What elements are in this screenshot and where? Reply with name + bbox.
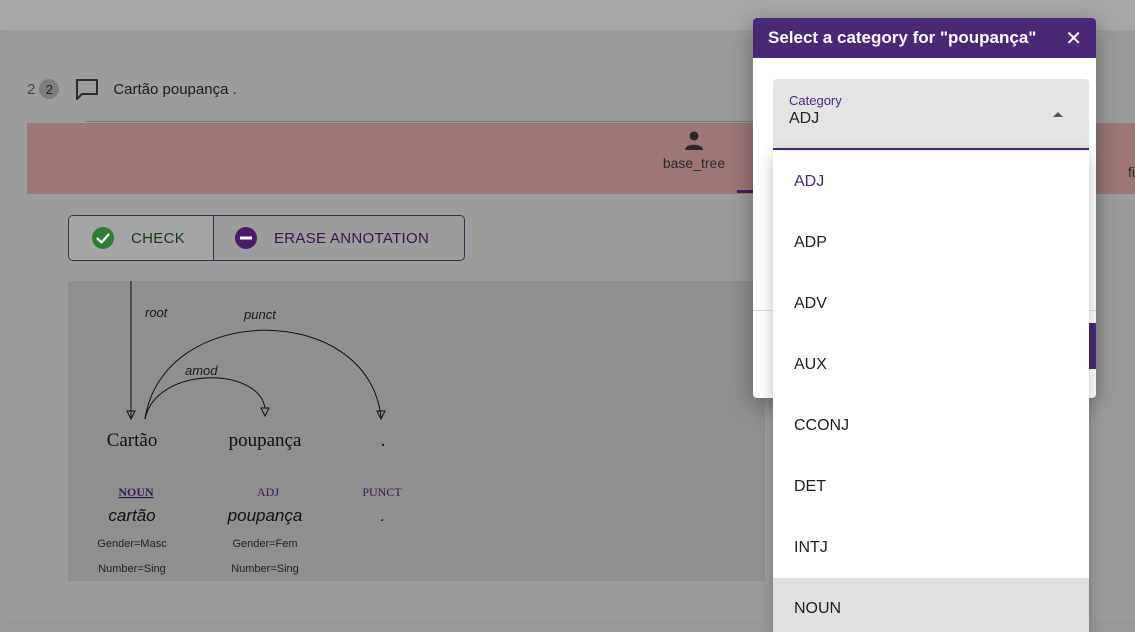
- token-form[interactable]: poupança: [229, 430, 302, 451]
- token-form[interactable]: .: [381, 430, 386, 451]
- sentence-index: 2: [27, 80, 36, 98]
- token-feature[interactable]: Gender=Fem: [232, 538, 297, 550]
- option-adj[interactable]: ADJ: [773, 151, 1089, 212]
- amod-arrowhead: [260, 407, 270, 418]
- amod-arc[interactable]: [144, 377, 266, 420]
- check-button-label: CHECK: [131, 229, 186, 247]
- sentence-badge[interactable]: 2: [39, 79, 60, 99]
- divider: [85, 121, 785, 122]
- dependency-tree: root punct amod Cartão poupança . NOUN A…: [97, 281, 402, 575]
- option-noun[interactable]: NOUN: [773, 578, 1089, 632]
- option-adp[interactable]: ADP: [773, 212, 1089, 273]
- erase-annotation-button[interactable]: ERASE ANNOTATION: [214, 216, 464, 260]
- amod-label[interactable]: amod: [185, 363, 218, 378]
- option-det[interactable]: DET: [773, 456, 1089, 517]
- action-button-group: CHECK ERASE ANNOTATION: [68, 215, 465, 261]
- token-upos[interactable]: ADJ: [257, 485, 279, 499]
- tab-base-tree-label: base_tree: [662, 155, 726, 171]
- token-lemma[interactable]: .: [381, 506, 386, 525]
- root-label[interactable]: root: [145, 305, 169, 320]
- dependency-tree-panel: root punct amod Cartão poupança . NOUN A…: [68, 281, 765, 581]
- tab-base-tree[interactable]: base_tree: [639, 131, 749, 171]
- token-upos[interactable]: NOUN: [118, 485, 154, 499]
- option-intj[interactable]: INTJ: [773, 517, 1089, 578]
- sentence-text: Cartão poupança .: [113, 80, 237, 98]
- token-lemma[interactable]: poupança: [227, 506, 303, 525]
- option-cconj[interactable]: CCONJ: [773, 395, 1089, 456]
- check-circle-icon: [91, 226, 115, 250]
- token-lemma[interactable]: cartão: [108, 506, 155, 525]
- category-select-value: ADJ: [789, 110, 820, 127]
- arrow-up-icon: [1053, 112, 1063, 117]
- category-select[interactable]: Category ADJ: [773, 79, 1089, 150]
- token-feature[interactable]: Gender=Masc: [97, 538, 167, 550]
- person-icon: [685, 131, 703, 150]
- category-select-label: Category: [789, 93, 842, 108]
- option-adv[interactable]: ADV: [773, 273, 1089, 334]
- dialog-header: Select a category for "poupança" ✕: [753, 18, 1096, 58]
- token-upos[interactable]: PUNCT: [362, 485, 402, 499]
- token-form[interactable]: Cartão: [107, 430, 158, 451]
- close-icon[interactable]: ✕: [1065, 26, 1082, 51]
- tab-partial-label[interactable]: fi: [1128, 164, 1135, 180]
- dialog-title: Select a category for "poupança": [768, 28, 1037, 47]
- punct-label[interactable]: punct: [243, 307, 277, 322]
- comment-icon[interactable]: [75, 78, 99, 100]
- minus-circle-icon: [234, 226, 258, 250]
- token-feature[interactable]: Number=Sing: [98, 563, 166, 575]
- sentence-row: 2 2 Cartão poupança .: [27, 75, 237, 103]
- erase-annotation-label: ERASE ANNOTATION: [274, 229, 430, 247]
- check-button[interactable]: CHECK: [69, 216, 214, 260]
- punct-arc[interactable]: [144, 329, 382, 420]
- token-feature[interactable]: Number=Sing: [231, 563, 299, 575]
- option-aux[interactable]: AUX: [773, 334, 1089, 395]
- category-options-menu: ADJ ADP ADV AUX CCONJ DET INTJ NOUN: [773, 151, 1089, 632]
